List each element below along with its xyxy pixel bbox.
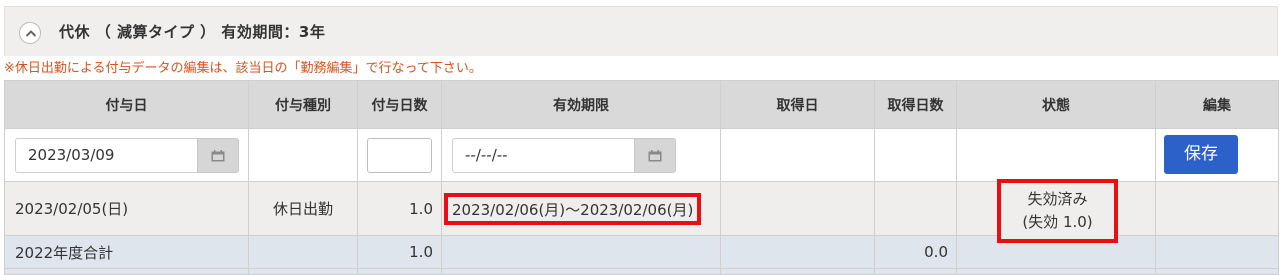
section-title: 代休 （ 減算タイプ ） 有効期間：3年 — [59, 23, 326, 41]
total-type-empty — [248, 235, 358, 269]
used-date-empty-cell — [720, 128, 875, 182]
new-grant-row: 2023/03/09 --/--/-- 保存 — [4, 128, 1279, 182]
partial-cell — [956, 268, 1156, 275]
row-used-date — [720, 181, 875, 236]
grant-table: 付与日 付与種別 付与日数 有効期限 取得日 取得日数 状態 編集 2023/0… — [4, 80, 1279, 275]
grant-days-input[interactable] — [367, 138, 432, 173]
row-edit-empty-cell — [1155, 181, 1279, 236]
row-status-cell: 失効済み (失効 1.0) — [956, 179, 1156, 243]
expiry-cell: --/--/-- — [441, 128, 721, 182]
grant-type-empty-cell — [248, 128, 358, 182]
row-validity-period: 2023/02/06(月)～2023/02/06(月) — [444, 192, 702, 225]
grant-days-cell — [357, 128, 442, 182]
col-header-grant-date: 付与日 — [4, 80, 249, 129]
row-grant-days: 1.0 — [357, 181, 442, 236]
total-grant-days: 1.0 — [357, 235, 442, 269]
row-grant-date: 2023/02/05(日) — [4, 181, 249, 236]
total-used-days: 0.0 — [874, 235, 957, 269]
partial-cell — [1155, 268, 1279, 275]
collapse-toggle-button[interactable] — [19, 22, 41, 44]
col-header-used-date: 取得日 — [720, 80, 875, 129]
status-empty-cell — [956, 128, 1156, 182]
calendar-icon — [648, 149, 662, 161]
leave-panel: 代休 （ 減算タイプ ） 有効期間：3年 ※休日出勤による付与データの編集は、該… — [4, 6, 1279, 275]
table-header-row: 付与日 付与種別 付与日数 有効期限 取得日 取得日数 状態 編集 — [4, 80, 1279, 129]
status-detail: (失効 1.0) — [1022, 213, 1093, 231]
table-row: 2023/02/05(日) 休日出勤 1.0 2023/02/06(月)～202… — [4, 179, 1279, 243]
expiry-date-picker: --/--/-- — [452, 138, 676, 173]
partial-cell — [248, 268, 358, 275]
grant-date-calendar-button[interactable] — [197, 138, 239, 173]
grant-date-picker: 2023/03/09 — [15, 138, 239, 173]
col-header-grant-type: 付与種別 — [248, 80, 358, 129]
partial-cell — [441, 268, 721, 275]
total-used-date-empty — [720, 235, 875, 269]
total-edit-empty — [1155, 235, 1279, 269]
status-label: 失効済み — [1027, 190, 1088, 208]
grant-date-input[interactable]: 2023/03/09 — [15, 138, 197, 173]
partial-cell — [357, 268, 442, 275]
used-days-empty-cell — [874, 128, 957, 182]
next-row-partial — [4, 268, 1279, 275]
col-header-validity: 有効期限 — [441, 80, 721, 129]
status-highlight-box: 失効済み (失効 1.0) — [997, 179, 1118, 243]
section-header: 代休 （ 減算タイプ ） 有効期間：3年 — [4, 6, 1278, 56]
total-label: 2022年度合計 — [4, 235, 249, 269]
calendar-icon — [211, 149, 225, 161]
partial-cell — [720, 268, 875, 275]
col-header-used-days: 取得日数 — [874, 80, 957, 129]
row-grant-type: 休日出勤 — [248, 181, 358, 236]
partial-cell — [874, 268, 957, 275]
partial-cell — [4, 268, 249, 275]
row-used-days — [874, 181, 957, 236]
col-header-edit: 編集 — [1155, 80, 1279, 129]
col-header-status: 状態 — [956, 80, 1156, 129]
total-validity-empty — [441, 235, 721, 269]
save-button[interactable]: 保存 — [1164, 135, 1238, 174]
grant-date-cell: 2023/03/09 — [4, 128, 249, 182]
edit-cell: 保存 — [1155, 128, 1279, 182]
expiry-date-calendar-button[interactable] — [634, 138, 676, 173]
row-validity-cell: 2023/02/06(月)～2023/02/06(月) — [441, 181, 721, 236]
edit-notice: ※休日出勤による付与データの編集は、該当日の「勤務編集」で行なって下さい。 — [4, 61, 482, 76]
col-header-grant-days: 付与日数 — [357, 80, 442, 129]
expiry-date-input[interactable]: --/--/-- — [452, 138, 634, 173]
chevron-up-icon — [25, 30, 37, 37]
